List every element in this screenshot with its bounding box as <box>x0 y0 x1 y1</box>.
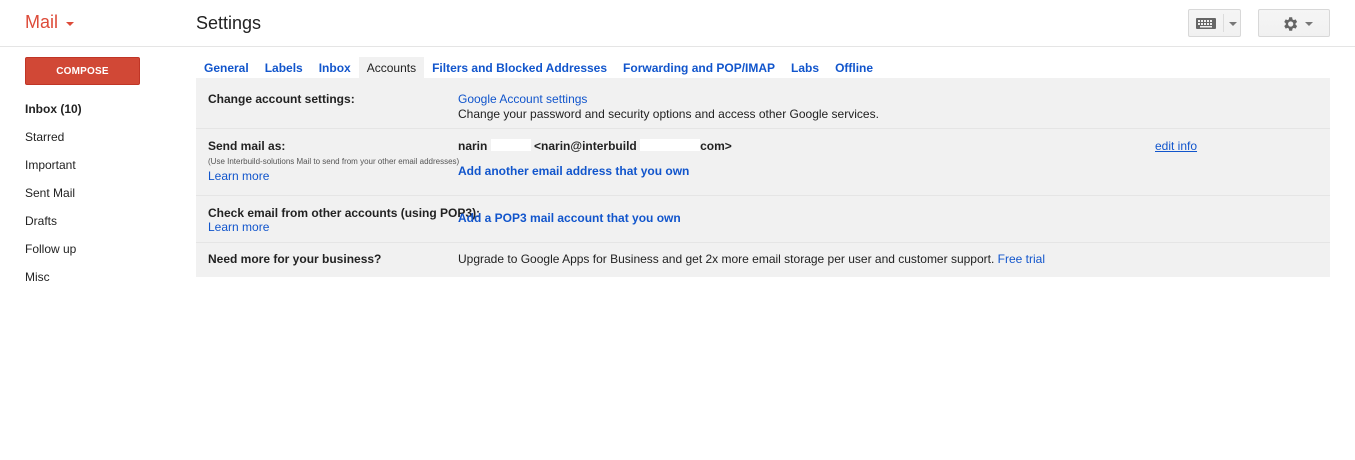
send-as-address: narin <narin@interbuild com> <box>458 139 732 153</box>
app-name[interactable]: Mail <box>25 12 58 33</box>
tab-filters[interactable]: Filters and Blocked Addresses <box>424 57 615 78</box>
tab-forwarding[interactable]: Forwarding and POP/IMAP <box>615 57 783 78</box>
top-bar: Mail Settings <box>0 0 1355 47</box>
compose-button[interactable]: COMPOSE <box>25 57 140 85</box>
chevron-down-icon <box>1305 22 1313 26</box>
settings-button[interactable] <box>1258 9 1330 37</box>
settings-row-send-mail-as: Send mail as: (Use Interbuild-solutions … <box>196 129 1330 196</box>
page-title: Settings <box>196 13 262 33</box>
business-upgrade-text: Upgrade to Google Apps for Business and … <box>458 252 1045 266</box>
keyboard-icon <box>1196 18 1216 29</box>
gear-icon <box>1284 17 1298 31</box>
settings-row-check-email: Check email from other accounts (using P… <box>196 196 1330 243</box>
tab-labs[interactable]: Labs <box>783 57 827 78</box>
row-sublabel: (Use Interbuild-solutions Mail to send f… <box>208 157 460 166</box>
sidebar-item-drafts[interactable]: Drafts <box>25 214 82 242</box>
sidebar-item-important[interactable]: Important <box>25 158 82 186</box>
sender-email-end: com> <box>700 139 732 153</box>
app-switcher[interactable]: Mail <box>25 12 75 33</box>
edit-info-link[interactable]: edit info <box>1155 139 1197 153</box>
redacted-text <box>490 139 531 151</box>
redacted-text <box>640 139 701 151</box>
learn-more-link[interactable]: Learn more <box>208 169 269 183</box>
input-tools-button[interactable] <box>1188 9 1241 37</box>
tab-offline[interactable]: Offline <box>827 57 881 78</box>
tab-accounts[interactable]: Accounts <box>358 57 425 78</box>
sidebar-item-follow-up[interactable]: Follow up <box>25 242 82 270</box>
google-account-settings-link[interactable]: Google Account settings <box>458 92 587 106</box>
add-pop3-account-link[interactable]: Add a POP3 mail account that you own <box>458 211 681 225</box>
sender-name: narin <box>458 139 488 153</box>
tab-inbox[interactable]: Inbox <box>311 57 359 78</box>
settings-tabs: General Labels Inbox Accounts Filters an… <box>196 57 881 78</box>
button-divider <box>1223 14 1224 32</box>
settings-row-change-account: Change account settings: Google Account … <box>196 78 1330 129</box>
sidebar-nav: Inbox (10) Starred Important Sent Mail D… <box>25 102 82 298</box>
add-email-address-link[interactable]: Add another email address that you own <box>458 164 689 178</box>
tab-general[interactable]: General <box>196 57 257 78</box>
row-description: Change your password and security option… <box>458 107 879 121</box>
chevron-down-icon <box>66 21 75 26</box>
learn-more-link[interactable]: Learn more <box>208 220 269 234</box>
sidebar-item-misc[interactable]: Misc <box>25 270 82 298</box>
sidebar-item-inbox[interactable]: Inbox (10) <box>25 102 82 130</box>
sender-email-start: <narin@interbuild <box>534 139 637 153</box>
row-label: Change account settings: <box>208 92 355 106</box>
row-label: Check email from other accounts (using P… <box>208 206 481 220</box>
sidebar-item-starred[interactable]: Starred <box>25 130 82 158</box>
sidebar-item-sent-mail[interactable]: Sent Mail <box>25 186 82 214</box>
row-label: Send mail as: <box>208 139 286 153</box>
settings-panel: Change account settings: Google Account … <box>196 78 1330 277</box>
chevron-down-icon[interactable] <box>1229 22 1237 26</box>
tab-labels[interactable]: Labels <box>257 57 311 78</box>
settings-row-business: Need more for your business? Upgrade to … <box>196 243 1330 277</box>
row-label: Need more for your business? <box>208 252 382 266</box>
business-description: Upgrade to Google Apps for Business and … <box>458 252 995 266</box>
free-trial-link[interactable]: Free trial <box>998 252 1045 266</box>
